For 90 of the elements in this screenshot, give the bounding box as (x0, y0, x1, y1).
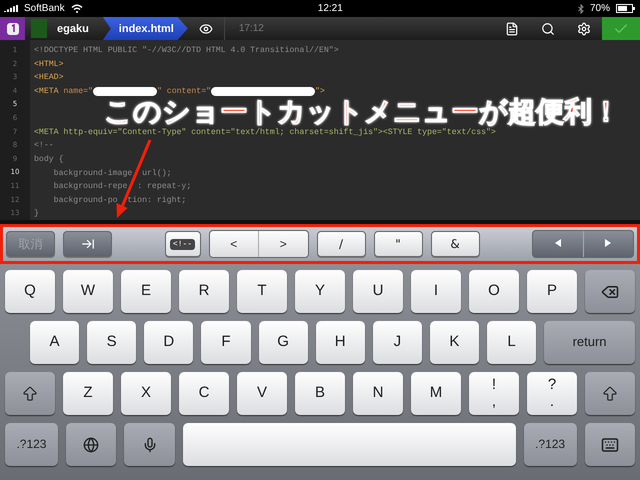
settings-icon[interactable] (577, 22, 591, 36)
letter-key[interactable]: L (487, 321, 536, 364)
letter-key[interactable]: H (316, 321, 365, 364)
letter-key[interactable]: S (87, 321, 136, 364)
key-label: . (550, 394, 554, 410)
code-text: background-repe (52, 182, 128, 192)
carrier-name: SoftBank (24, 3, 65, 14)
letter-key[interactable]: P (527, 270, 577, 313)
shortcut-key[interactable]: " (374, 231, 422, 257)
letter-key[interactable]: V (237, 372, 287, 415)
project-icon (31, 19, 47, 38)
search-icon[interactable] (541, 22, 555, 36)
code-text: <!DOCTYPE HTML PUBLIC "-//W3C//DTD HTML 4.0 Transitional//EN"> (34, 46, 339, 56)
letter-key[interactable]: N (353, 372, 403, 415)
letter-key[interactable]: D (144, 321, 194, 364)
hide-keyboard-key[interactable] (584, 423, 635, 466)
code-text: " content=" (156, 87, 212, 96)
code-text: <!-- (34, 141, 54, 150)
letter-key[interactable]: B (295, 372, 345, 415)
globe-icon (83, 436, 100, 452)
letter-key[interactable]: W (63, 270, 113, 313)
code-text: body { (34, 155, 64, 164)
delete-key[interactable] (585, 270, 635, 313)
code-text: "> (315, 87, 325, 96)
letter-key[interactable]: G (258, 321, 308, 364)
letter-key[interactable]: E (121, 270, 171, 313)
shortcut-key[interactable]: > (258, 231, 308, 257)
annotation-text: このショートカットメニューが超便利！ (104, 98, 620, 126)
code-text: <META http-equiv="Content-Type" content="text/html; charset=shift_jis"><STYLE type="text/css"> (34, 128, 496, 137)
letter-key[interactable]: Q (5, 270, 55, 313)
key-label: ! (492, 377, 496, 394)
letter-key[interactable]: K (430, 321, 479, 364)
shortcut-key[interactable]: < (210, 231, 258, 257)
microphone-icon (142, 436, 158, 452)
code-text: url(); (142, 168, 172, 178)
code-text: <HEAD> (34, 73, 64, 82)
key-label: , (492, 394, 496, 410)
letter-key[interactable]: T (237, 270, 287, 313)
comment-key[interactable]: <!-- (164, 231, 200, 257)
letter-key[interactable]: U (353, 270, 403, 313)
shift-icon (21, 384, 39, 402)
punctuation-key[interactable]: ? . (527, 372, 577, 415)
code-text: } (34, 209, 39, 218)
battery-percent: 70% (590, 3, 610, 14)
left-triangle-icon (554, 238, 562, 248)
letter-key[interactable]: F (201, 321, 250, 364)
letter-key[interactable]: I (411, 270, 461, 313)
code-text: <HTML> (34, 60, 64, 69)
code-text: <META name=" (34, 87, 93, 96)
right-triangle-icon (604, 238, 612, 248)
app-menu-button[interactable] (0, 17, 25, 40)
document-icon[interactable] (505, 22, 519, 36)
dictation-key[interactable] (124, 423, 175, 466)
letter-key[interactable]: R (179, 270, 229, 313)
letter-key[interactable]: Y (295, 270, 345, 313)
numbers-key[interactable]: .?123 (5, 423, 58, 466)
globe-key[interactable] (66, 423, 116, 466)
return-key[interactable]: return (544, 321, 635, 364)
numbers-key[interactable]: .?123 (524, 423, 577, 466)
punctuation-key[interactable]: ! , (469, 372, 519, 415)
wifi-icon (70, 4, 83, 13)
shift-key[interactable] (585, 372, 635, 415)
signal-icon (4, 4, 18, 12)
shortcut-key[interactable]: & (430, 231, 480, 257)
breadcrumb[interactable]: egaku (49, 17, 103, 40)
letter-key[interactable]: M (411, 372, 461, 415)
bluetooth-icon (578, 4, 584, 14)
code-text: background-image (52, 168, 132, 178)
letter-key[interactable]: Z (63, 372, 113, 415)
letter-key[interactable]: X (121, 372, 171, 415)
shift-icon (601, 384, 619, 402)
code-text: background-po (52, 196, 118, 205)
keyboard-icon (600, 436, 619, 454)
clock: 12:21 (318, 3, 343, 14)
tab-key[interactable] (63, 231, 112, 257)
battery-icon (616, 4, 636, 13)
tab-icon (80, 237, 94, 251)
code-text: : repeat-y; (137, 182, 192, 192)
code-text: tion: right; (127, 196, 186, 205)
redaction-block (92, 87, 157, 96)
preview-icon[interactable] (198, 22, 213, 36)
letter-key[interactable]: O (469, 270, 519, 313)
letter-key[interactable]: C (179, 372, 229, 415)
breadcrumb[interactable]: index.html (102, 17, 188, 40)
shift-key[interactable] (5, 372, 55, 415)
note-icon (6, 22, 20, 36)
letter-key[interactable]: A (30, 321, 80, 364)
shortcut-key[interactable]: / (316, 231, 366, 257)
letter-key[interactable]: J (372, 321, 422, 364)
key-label: ? (548, 377, 556, 394)
